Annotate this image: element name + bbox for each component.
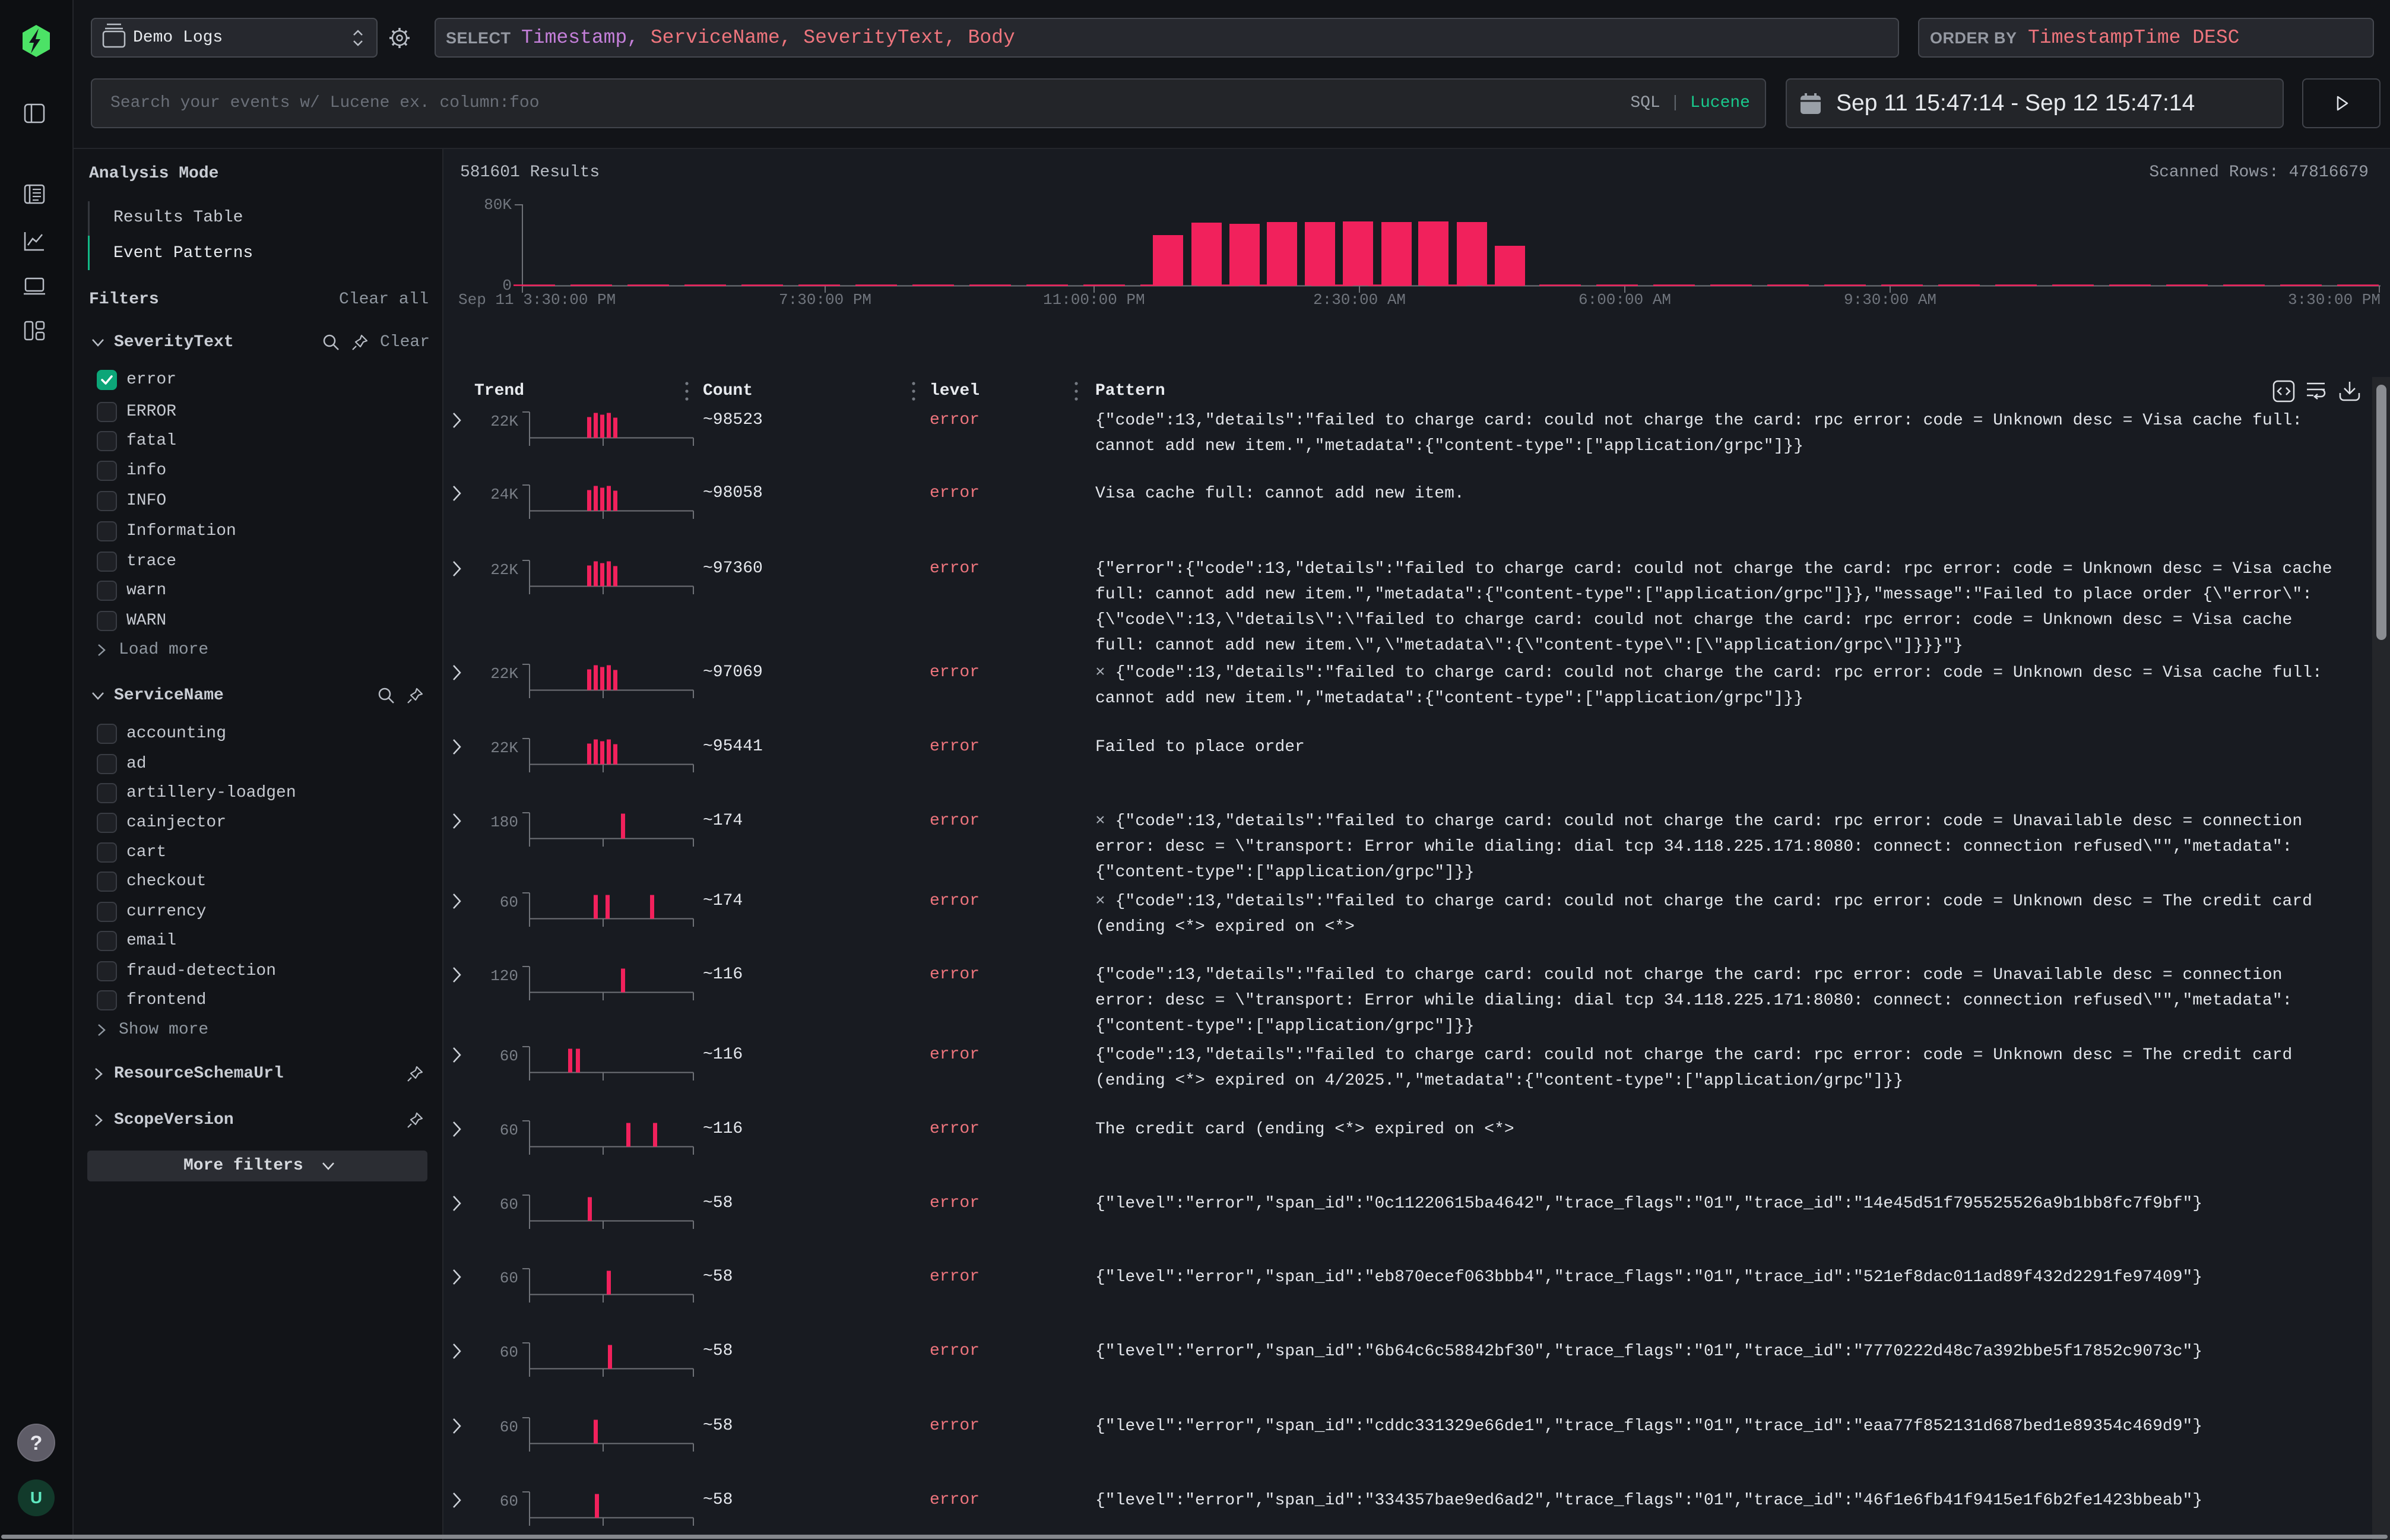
svg-text:60: 60 [500,1196,518,1213]
svg-text:120: 120 [490,967,518,985]
svg-text:60: 60 [500,1418,518,1436]
svg-text:60: 60 [500,1047,518,1065]
svg-text:60: 60 [500,1269,518,1287]
svg-text:60: 60 [500,1343,518,1361]
svg-text:60: 60 [500,1121,518,1139]
svg-text:60: 60 [500,1493,518,1510]
svg-text:180: 180 [490,813,518,831]
svg-text:22K: 22K [490,413,518,430]
svg-text:24K: 24K [490,486,518,503]
svg-text:60: 60 [500,893,518,911]
svg-text:22K: 22K [490,561,518,579]
svg-text:22K: 22K [490,665,518,683]
svg-text:22K: 22K [490,739,518,757]
